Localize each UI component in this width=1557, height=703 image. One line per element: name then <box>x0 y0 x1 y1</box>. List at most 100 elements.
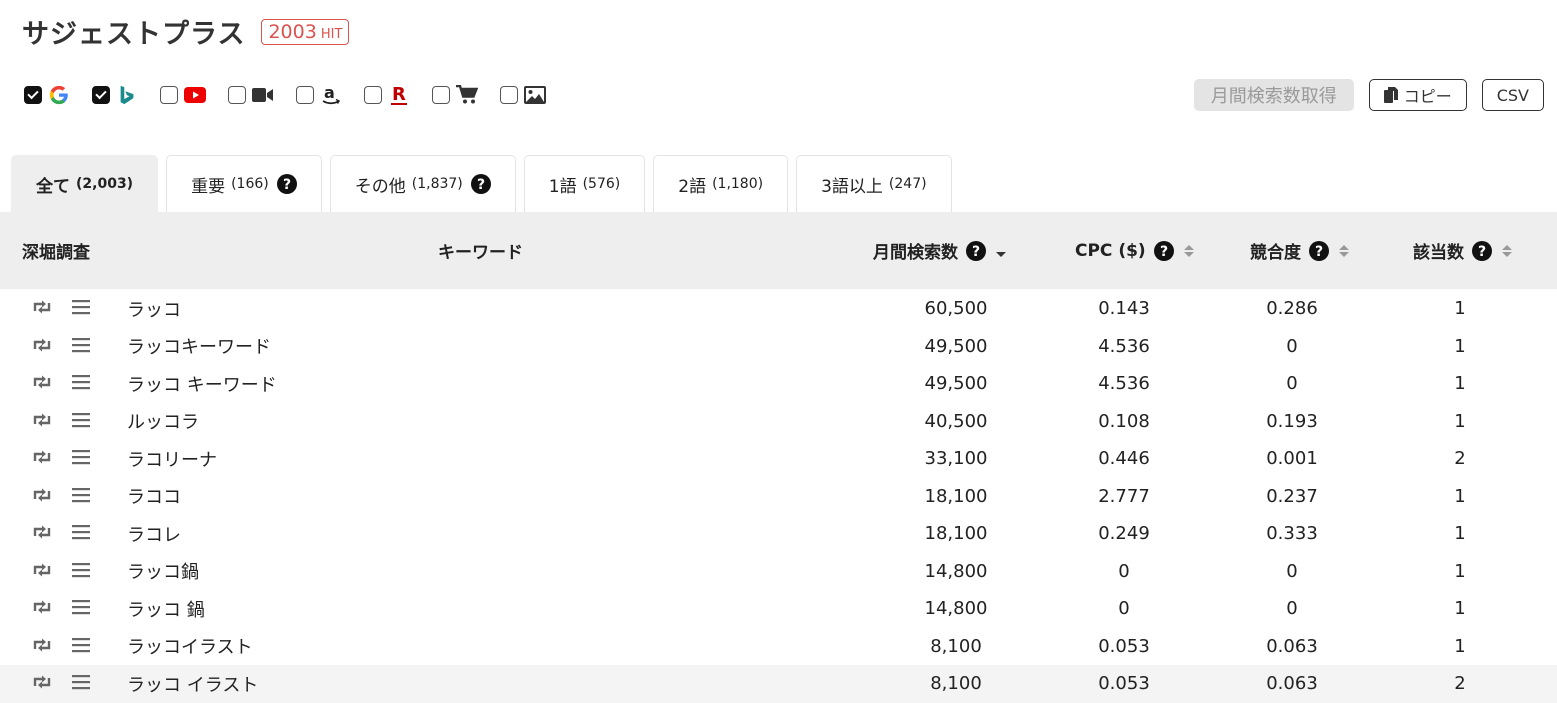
svg-text:?: ? <box>1160 244 1168 260</box>
monthly-search-cell: 49,500 <box>924 335 988 357</box>
source-bing[interactable] <box>92 84 138 106</box>
source-video[interactable] <box>228 84 274 106</box>
matches-cell: 1 <box>1454 373 1466 395</box>
menu-icon[interactable] <box>72 337 90 353</box>
cpc-cell: 0 <box>1118 560 1130 582</box>
shopping-checkbox[interactable] <box>432 86 450 104</box>
table-row: ラッコ キーワード 49,500 4.536 0 1 <box>0 365 1557 403</box>
copy-button[interactable]: コピー <box>1368 79 1467 111</box>
source-youtube[interactable] <box>160 84 206 106</box>
monthly-search-button[interactable]: 月間検索数取得 <box>1193 79 1354 111</box>
sort-icon[interactable] <box>1183 243 1194 259</box>
keyword-cell[interactable]: ラッコ鍋 <box>127 553 199 591</box>
tab-two-words[interactable]: 2語 (1,180) <box>653 155 789 212</box>
video-camera-icon <box>252 84 274 106</box>
keyword-cell[interactable]: ラッコ <box>127 290 181 328</box>
question-circle-icon[interactable]: ? <box>1472 240 1492 261</box>
amazon-checkbox[interactable] <box>296 86 314 104</box>
google-checkbox[interactable] <box>24 86 42 104</box>
menu-icon[interactable] <box>72 637 90 653</box>
cpc-cell: 4.536 <box>1098 373 1150 395</box>
tab-count: (576) <box>582 176 621 192</box>
video-checkbox[interactable] <box>228 86 246 104</box>
amazon-icon: a <box>320 84 342 106</box>
menu-icon[interactable] <box>72 599 90 615</box>
keyword-cell[interactable]: ルッコラ <box>127 403 199 441</box>
tab-other[interactable]: その他 (1,837) ? <box>329 155 516 212</box>
menu-icon[interactable] <box>72 374 90 390</box>
rakuten-icon: R <box>388 84 410 106</box>
menu-icon[interactable] <box>72 487 90 503</box>
menu-icon[interactable] <box>72 412 90 428</box>
source-rakuten[interactable]: R <box>364 84 410 106</box>
keyword-cell[interactable]: ラココ <box>127 478 181 516</box>
menu-icon[interactable] <box>72 299 90 315</box>
header-monthly-search[interactable]: 月間検索数 ? <box>873 212 1006 289</box>
hit-unit: HIT <box>320 26 343 42</box>
deep-dive-icon[interactable] <box>31 562 53 578</box>
tab-important[interactable]: 重要 (166) ? <box>166 155 322 212</box>
monthly-search-cell: 14,800 <box>924 560 988 582</box>
header-label: 深堀調査 <box>22 243 90 263</box>
keyword-cell[interactable]: ラッコ キーワード <box>127 365 277 403</box>
source-shopping[interactable] <box>432 84 478 106</box>
menu-icon[interactable] <box>72 449 90 465</box>
keyword-cell[interactable]: ラコリーナ <box>127 440 217 478</box>
keyword-cell[interactable]: ラッコキーワード <box>127 328 271 366</box>
question-circle-icon[interactable]: ? <box>1153 240 1174 261</box>
deep-dive-icon[interactable] <box>31 374 53 390</box>
rakuten-checkbox[interactable] <box>364 86 382 104</box>
monthly-search-cell: 8,100 <box>930 635 982 657</box>
source-amazon[interactable]: a <box>296 84 342 106</box>
question-circle-icon[interactable]: ? <box>470 174 491 194</box>
image-icon <box>524 84 546 106</box>
deep-dive-icon[interactable] <box>31 674 53 690</box>
header-label: 月間検索数 <box>873 243 958 263</box>
header-competition[interactable]: 競合度 ? <box>1250 212 1349 289</box>
competition-cell: 0 <box>1286 560 1298 582</box>
cpc-cell: 0.143 <box>1098 298 1150 320</box>
source-image[interactable] <box>500 84 546 106</box>
hit-count: 2003 <box>268 20 317 43</box>
source-google[interactable] <box>24 84 70 106</box>
youtube-checkbox[interactable] <box>160 86 178 104</box>
question-circle-icon[interactable]: ? <box>1309 240 1329 261</box>
bing-checkbox[interactable] <box>92 86 110 104</box>
question-circle-icon[interactable]: ? <box>966 240 986 261</box>
keyword-cell[interactable]: ラッコイラスト <box>127 628 253 666</box>
csv-button[interactable]: CSV <box>1481 79 1544 111</box>
question-circle-icon[interactable]: ? <box>276 174 297 194</box>
app-title: サジェストプラス <box>22 19 246 50</box>
shopping-cart-icon <box>456 84 478 106</box>
header-matches[interactable]: 該当数 ? <box>1413 212 1512 289</box>
deep-dive-icon[interactable] <box>31 449 53 465</box>
tab-one-word[interactable]: 1語 (576) <box>523 155 646 212</box>
cpc-cell: 0.446 <box>1098 448 1150 470</box>
tab-all[interactable]: 全て (2,003) <box>11 155 159 212</box>
sort-icon[interactable] <box>1339 243 1349 259</box>
keyword-cell[interactable]: ラコレ <box>127 515 181 553</box>
deep-dive-icon[interactable] <box>31 412 53 428</box>
menu-icon[interactable] <box>72 562 90 578</box>
matches-cell: 1 <box>1454 523 1466 545</box>
tab-three-plus-words[interactable]: 3語以上 (247) <box>796 155 952 212</box>
menu-icon[interactable] <box>72 674 90 690</box>
table-row: ラッコ 60,500 0.143 0.286 1 <box>0 290 1557 328</box>
deep-dive-icon[interactable] <box>31 637 53 653</box>
deep-dive-icon[interactable] <box>31 599 53 615</box>
menu-icon[interactable] <box>72 524 90 540</box>
monthly-search-cell: 18,100 <box>924 485 988 507</box>
header-cpc[interactable]: CPC ($) ? <box>1075 212 1194 289</box>
sort-icon[interactable] <box>1502 243 1512 259</box>
svg-text:?: ? <box>477 177 485 193</box>
deep-dive-icon[interactable] <box>31 337 53 353</box>
header-deep-dive: 深堀調査 <box>22 212 90 289</box>
svg-text:R: R <box>392 84 406 105</box>
deep-dive-icon[interactable] <box>31 299 53 315</box>
keyword-cell[interactable]: ラッコ 鍋 <box>127 590 205 628</box>
deep-dive-icon[interactable] <box>31 487 53 503</box>
image-checkbox[interactable] <box>500 86 518 104</box>
deep-dive-icon[interactable] <box>31 524 53 540</box>
sort-desc-icon[interactable] <box>996 244 1006 258</box>
cpc-cell: 4.536 <box>1098 335 1150 357</box>
